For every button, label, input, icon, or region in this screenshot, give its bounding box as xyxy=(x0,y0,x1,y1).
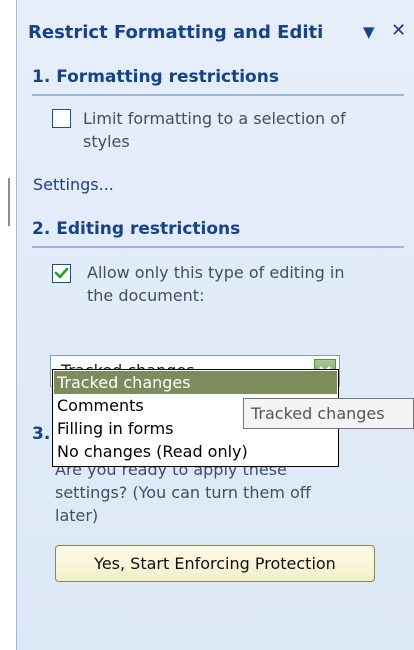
editing-restrictions-heading: 2. Editing restrictions xyxy=(32,219,241,239)
settings-link[interactable]: Settings... xyxy=(33,173,114,196)
enforcement-text-line2: settings? (You can turn them off xyxy=(55,483,311,502)
allow-editing-label-line2: the document: xyxy=(87,286,205,305)
pane-options-dropdown-icon[interactable]: ▼ xyxy=(363,23,375,41)
close-icon[interactable]: ✕ xyxy=(391,20,406,41)
start-enforcement-heading: 3. xyxy=(32,424,51,444)
option-no-changes[interactable]: No changes (Read only) xyxy=(54,440,337,463)
enforcement-text-line3: later) xyxy=(55,506,99,525)
start-enforcing-protection-button[interactable]: Yes, Start Enforcing Protection xyxy=(55,545,375,582)
scroll-marker xyxy=(8,178,10,226)
allow-editing-label-line1: Allow only this type of editing in xyxy=(87,263,345,282)
option-tracked-changes[interactable]: Tracked changes xyxy=(54,371,337,394)
limit-formatting-label-line2: styles xyxy=(83,132,130,151)
formatting-restrictions-heading: 1. Formatting restrictions xyxy=(32,67,279,87)
checkmark-icon xyxy=(54,267,69,279)
section-divider xyxy=(32,94,404,96)
section-divider xyxy=(32,246,404,248)
pane-title: Restrict Formatting and Editi xyxy=(28,22,324,43)
limit-formatting-label-line1: Limit formatting to a selection of xyxy=(83,109,346,128)
document-edge xyxy=(0,0,16,650)
allow-editing-type-checkbox[interactable] xyxy=(52,264,71,283)
tooltip: Tracked changes xyxy=(243,398,414,429)
limit-formatting-checkbox[interactable] xyxy=(52,109,71,128)
